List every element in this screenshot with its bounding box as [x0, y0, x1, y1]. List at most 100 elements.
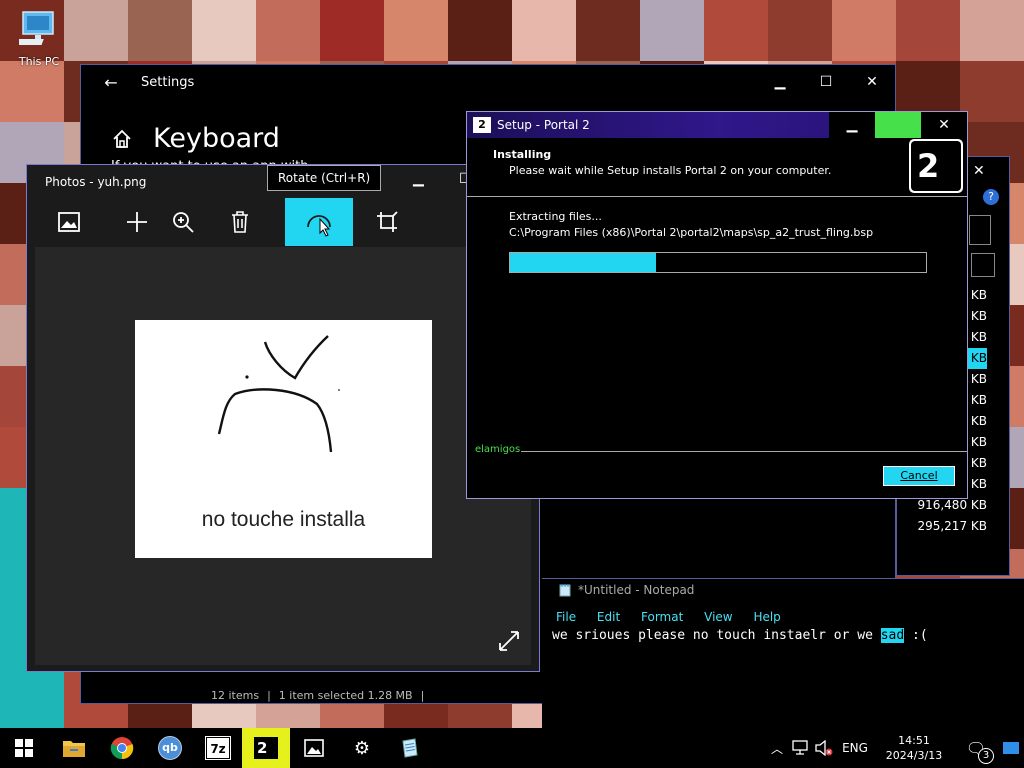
- portal-icon: 2: [473, 117, 491, 133]
- home-icon[interactable]: [111, 128, 133, 150]
- menu-help[interactable]: Help: [753, 610, 780, 624]
- notification-badge: 3: [978, 748, 994, 764]
- settings-titlebar: ← Settings ▁ ☐ ✕: [81, 65, 895, 99]
- notepad-icon: [559, 584, 571, 597]
- close-button[interactable]: ✕: [921, 112, 967, 138]
- taskbar: qb 7z 2 ⚙ ︿ ENG 14:51 2024/3/13 🗨 3: [0, 728, 1024, 768]
- expand-icon[interactable]: [499, 631, 519, 651]
- setup-divider: [467, 196, 967, 197]
- taskbar-7zip[interactable]: 7z: [194, 728, 242, 768]
- notepad-text-area[interactable]: we srioues please no touch instaelr or w…: [552, 628, 928, 643]
- status-label: Extracting files...: [509, 210, 602, 223]
- notepad-menu: File Edit Format View Help: [556, 610, 798, 624]
- brand-divider: [521, 451, 967, 452]
- see-all-photos-button[interactable]: [35, 198, 103, 246]
- image-icon: [304, 739, 324, 757]
- tray-network[interactable]: [788, 728, 812, 768]
- notepad-text-end: :(: [904, 628, 928, 643]
- file-size-cell[interactable]: 295,217 KB: [897, 516, 987, 537]
- menu-format[interactable]: Format: [641, 610, 683, 624]
- setup-window: 2 Setup - Portal 2 ▁ ✕ Installing Please…: [466, 111, 968, 499]
- close-button[interactable]: ✕: [973, 163, 985, 179]
- file-path: C:\Program Files (x86)\Portal 2\portal2\…: [509, 226, 874, 239]
- crop-button[interactable]: [353, 198, 421, 246]
- show-desktop-button[interactable]: [998, 728, 1024, 768]
- setup-heading: Installing: [493, 148, 552, 161]
- photos-window: Photos - yuh.png ▁ ☐ Rotate (Ctrl+R) n: [26, 164, 540, 672]
- wallpaper-tile: [320, 0, 384, 61]
- taskbar-portal-setup[interactable]: 2: [242, 728, 290, 768]
- tray-overflow[interactable]: ︿: [766, 728, 788, 768]
- photos-toolbar: [35, 198, 525, 246]
- cancel-button[interactable]: Cancel: [882, 465, 956, 487]
- tray-volume[interactable]: [812, 728, 836, 768]
- maximize-button[interactable]: ☐: [803, 65, 849, 99]
- minimize-button[interactable]: ▁: [413, 171, 424, 187]
- wallpaper-tile: [192, 0, 256, 61]
- setup-subheading: Please wait while Setup installs Portal …: [509, 164, 832, 177]
- menu-file[interactable]: File: [556, 610, 576, 624]
- clock[interactable]: 14:51 2024/3/13: [874, 728, 954, 768]
- close-button[interactable]: ✕: [849, 65, 895, 99]
- tooltip: Rotate (Ctrl+R): [267, 165, 382, 191]
- language-indicator[interactable]: ENG: [836, 728, 874, 768]
- computer-icon: [13, 11, 54, 45]
- wallpaper-tile: [128, 0, 192, 61]
- desktop-icon-this-pc[interactable]: This PC: [12, 8, 66, 68]
- wallpaper-tile: [576, 0, 640, 61]
- wallpaper-tile: [832, 0, 896, 61]
- desktop-icon-label: This PC: [18, 55, 60, 68]
- zoom-button[interactable]: [171, 198, 195, 246]
- gear-icon: ⚙: [353, 737, 371, 759]
- taskbar-notepad[interactable]: [386, 728, 434, 768]
- status-selection: 1 item selected 1.28 MB: [278, 689, 413, 702]
- add-to-button[interactable]: [103, 198, 171, 246]
- start-button[interactable]: [0, 728, 48, 768]
- trash-icon: [232, 211, 248, 233]
- taskbar-settings[interactable]: ⚙: [338, 728, 386, 768]
- photos-title: Photos - yuh.png: [45, 175, 147, 189]
- progress-fill: [510, 253, 656, 272]
- notepad-icon: [402, 738, 418, 758]
- photo-image: no touche installa: [135, 320, 432, 558]
- action-center[interactable]: 🗨 3: [954, 728, 998, 768]
- wallpaper-tile: [960, 0, 1024, 61]
- status-item-count: 12 items: [211, 689, 260, 702]
- plus-icon: [127, 212, 147, 232]
- taskbar-qbittorrent[interactable]: qb: [146, 728, 194, 768]
- brand-label: elamigos: [475, 444, 521, 455]
- minimize-button[interactable]: ▁: [757, 65, 803, 99]
- minimize-button[interactable]: ▁: [829, 112, 875, 138]
- maximize-button[interactable]: [875, 112, 921, 138]
- network-icon: [792, 740, 808, 755]
- volume-muted-icon: [815, 740, 833, 756]
- notepad-text: we srioues please no touch instaelr or w…: [552, 628, 881, 643]
- portal-taskbar-icon: 2: [254, 737, 278, 759]
- notepad-titlebar: *Untitled - Notepad: [558, 583, 694, 597]
- view-toggle[interactable]: [971, 253, 995, 277]
- help-icon[interactable]: ?: [983, 189, 999, 205]
- notepad-selected-text: sad: [880, 628, 905, 643]
- chevron-up-icon: ︿: [770, 741, 783, 756]
- image-caption: no touche installa: [201, 508, 366, 531]
- taskbar-file-explorer[interactable]: [50, 728, 98, 768]
- menu-view[interactable]: View: [704, 610, 732, 624]
- rotate-icon: [307, 215, 331, 237]
- back-arrow-icon[interactable]: ←: [81, 65, 141, 99]
- setup-titlebar: 2 Setup - Portal 2 ▁ ✕: [467, 112, 967, 138]
- crop-icon: [377, 211, 398, 232]
- wallpaper-tile: [512, 0, 576, 61]
- settings-title: Settings: [141, 74, 195, 90]
- rotate-button[interactable]: [285, 198, 353, 246]
- setup-title: Setup - Portal 2: [497, 118, 590, 132]
- wallpaper-tile: [64, 0, 128, 61]
- portal-logo: 2: [909, 139, 963, 193]
- delete-button[interactable]: [195, 198, 285, 246]
- wallpaper-tile: [896, 0, 960, 61]
- clock-time: 14:51: [898, 734, 930, 747]
- taskbar-photos[interactable]: [290, 728, 338, 768]
- menu-edit[interactable]: Edit: [597, 610, 620, 624]
- taskbar-chrome[interactable]: [98, 728, 146, 768]
- search-box[interactable]: [969, 215, 991, 245]
- page-title: Keyboard: [153, 123, 280, 154]
